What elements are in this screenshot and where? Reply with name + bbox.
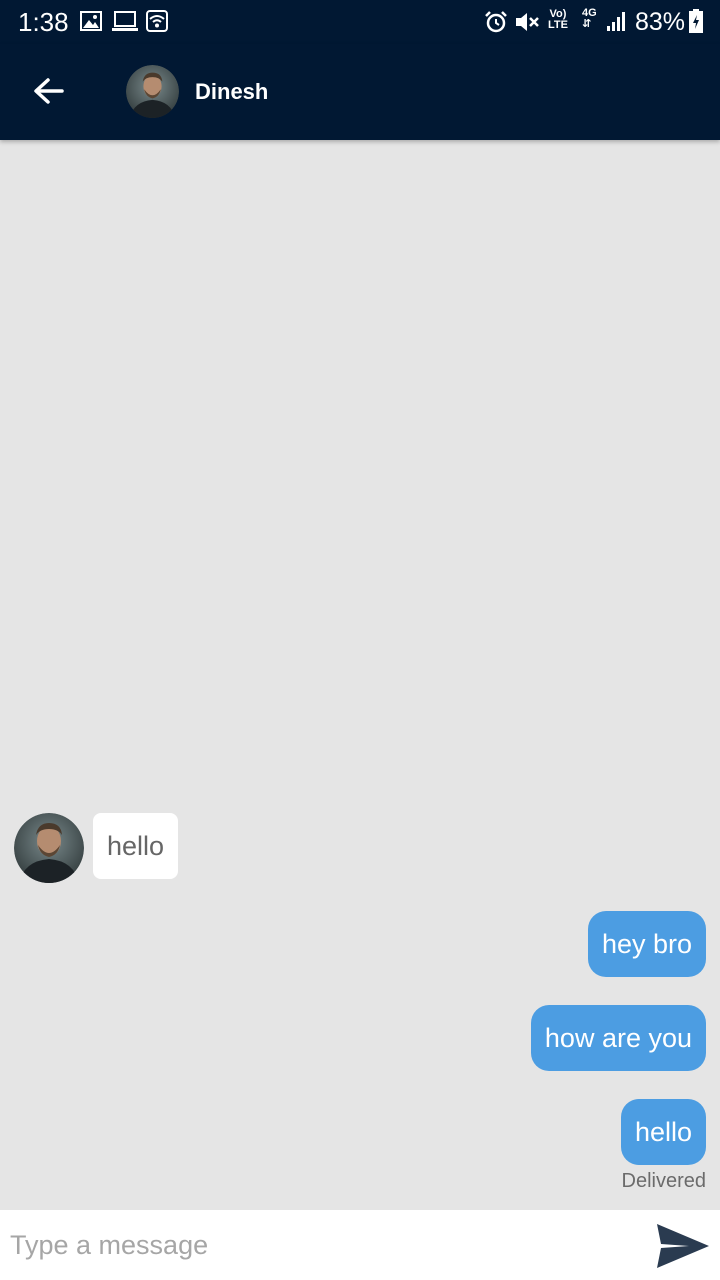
chat-header: Dinesh (0, 44, 720, 140)
arrow-back-icon (34, 78, 64, 104)
message-bubble-outgoing[interactable]: how are you (530, 1005, 706, 1071)
mute-icon (514, 10, 540, 39)
back-button[interactable] (24, 70, 72, 114)
contact-name[interactable]: Dinesh (195, 78, 268, 106)
chat-screen: 1:38 Vo) LTE 4G ⇵ 83% Dinesh hello hey b… (0, 0, 720, 1280)
signal-icon (606, 10, 628, 37)
laptop-icon (112, 10, 138, 37)
status-bar: 1:38 Vo) LTE 4G ⇵ 83% (0, 0, 720, 44)
alarm-icon (484, 10, 508, 39)
message-bubble-incoming[interactable]: hello (93, 813, 179, 879)
send-button[interactable] (655, 1222, 711, 1270)
volte-icon: Vo) LTE (548, 9, 568, 31)
volte-bottom-label: LTE (548, 19, 568, 31)
battery-percent: 83% (635, 8, 686, 36)
delivery-status: Delivered (621, 1170, 706, 1192)
message-input[interactable] (0, 1210, 630, 1280)
battery-charging-icon (689, 9, 703, 38)
network-type: 4G ⇵ (582, 7, 597, 30)
message-bubble-outgoing[interactable]: hello (620, 1099, 706, 1165)
sender-avatar[interactable] (14, 813, 84, 883)
message-bubble-outgoing[interactable]: hey bro (587, 911, 706, 977)
wifi-icon (146, 10, 168, 37)
network-label: 4G (582, 7, 597, 19)
status-time: 1:38 (18, 7, 69, 37)
image-icon (80, 10, 102, 37)
contact-avatar[interactable] (126, 65, 179, 118)
send-icon (657, 1224, 709, 1268)
message-composer (0, 1210, 720, 1280)
